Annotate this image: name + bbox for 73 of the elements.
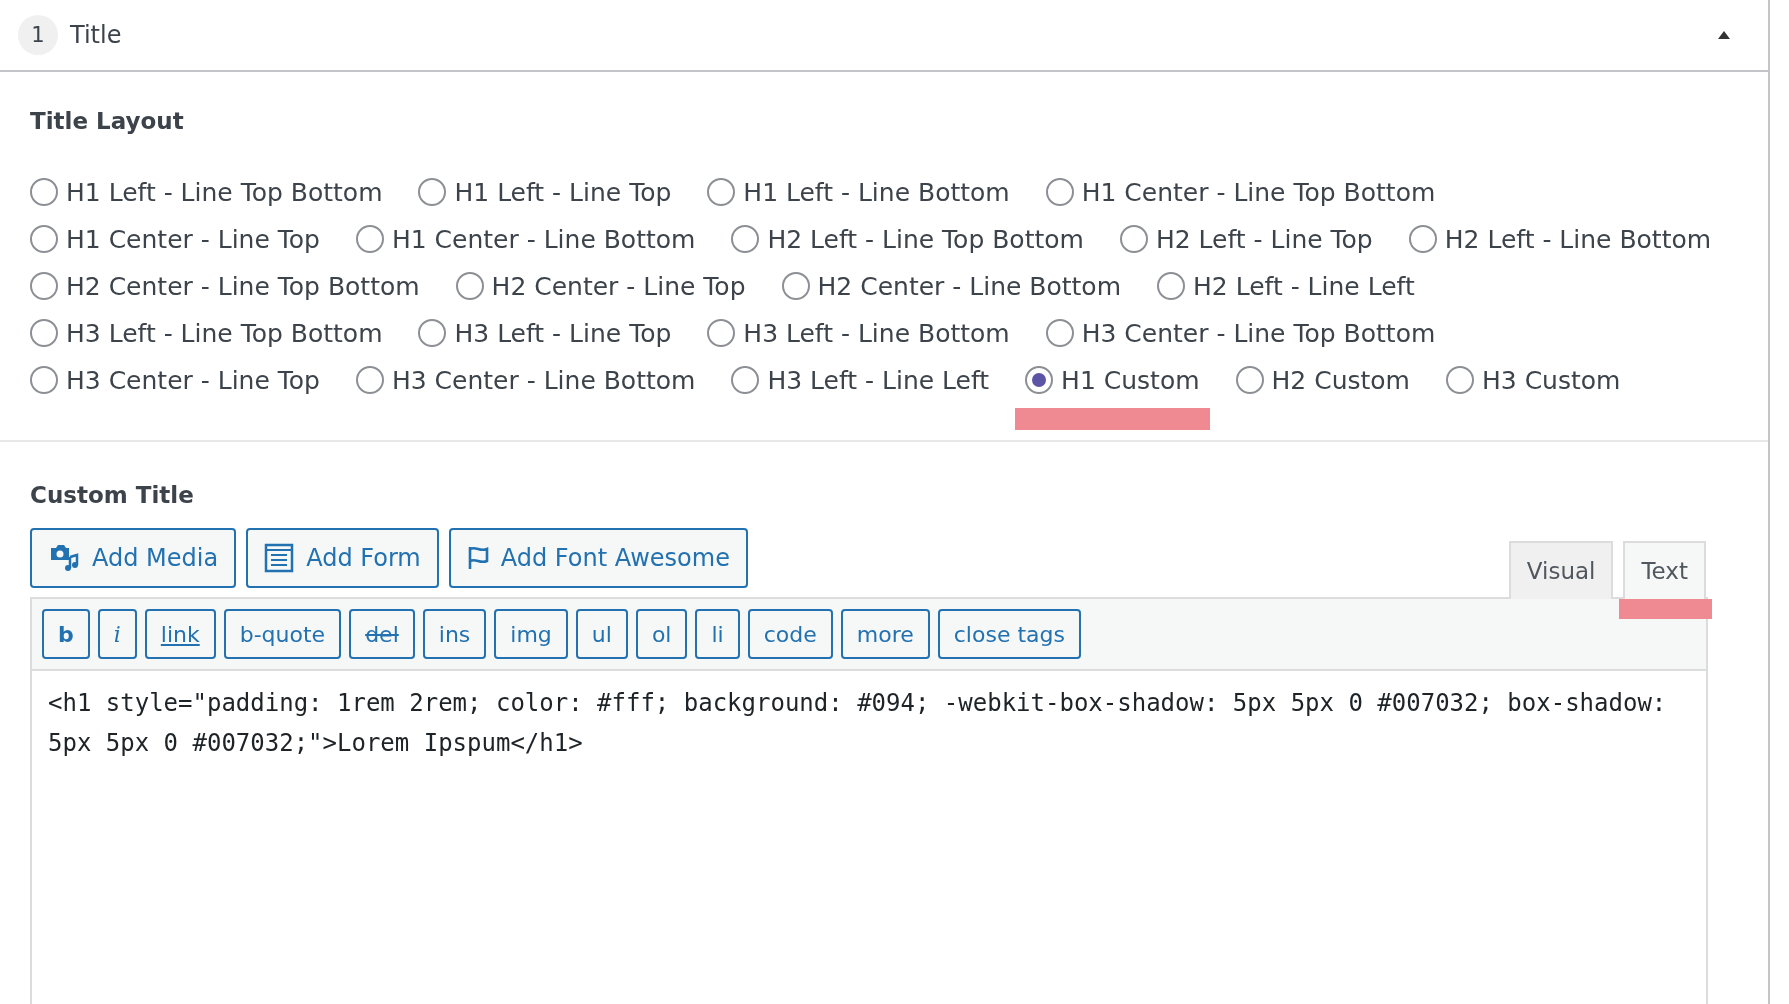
quicktag-button[interactable]: b-quote [223,609,342,659]
layout-radio-option[interactable]: H1 Center - Line Top [30,221,320,257]
media-button[interactable]: Add Media [30,528,237,588]
radio-button[interactable] [1446,366,1474,394]
layout-radio-option[interactable]: H3 Custom [1446,362,1621,398]
radio-button[interactable] [1045,319,1074,347]
layout-radio-option[interactable]: H2 Left - Line Left [1157,268,1415,304]
quicktag-button[interactable]: more [840,609,930,659]
layout-radio-option[interactable]: H2 Left - Line Top Bottom [731,221,1084,257]
radio-button[interactable] [781,272,810,300]
radio-button[interactable] [455,272,484,300]
radio-button[interactable] [707,319,736,347]
radio-button[interactable] [1157,272,1185,300]
radio-button[interactable] [355,366,384,394]
layout-radio-option[interactable]: H1 Custom [1025,362,1200,398]
quicktag-button[interactable]: del [349,609,415,659]
layout-radio-option[interactable]: H2 Center - Line Top Bottom [30,268,420,304]
layout-radio-option[interactable]: H3 Left - Line Left [731,362,990,398]
radio-button[interactable] [30,225,58,253]
layout-radio-option[interactable]: H3 Left - Line Top [418,315,672,351]
radio-button[interactable] [30,319,58,347]
layout-radio-option[interactable]: H2 Center - Line Bottom [781,268,1121,304]
field-label: Custom Title [30,482,195,508]
radio-button[interactable] [1235,366,1264,394]
radio-button[interactable] [418,178,447,206]
radio-button[interactable] [1119,225,1148,253]
quicktag-button[interactable]: li [695,609,740,659]
layout-radio-option[interactable]: H3 Center - Line Top [30,362,320,398]
radio-button[interactable] [707,178,736,206]
layout-radio-option[interactable]: H1 Left - Line Top Bottom [30,174,383,210]
editor-tab[interactable]: Text [1623,541,1706,599]
flag-icon [466,545,489,571]
layout-radio-option[interactable]: H2 Left - Line Bottom [1408,221,1712,257]
quicktag-button[interactable]: ins [422,609,487,659]
editor-tab[interactable]: Visual [1508,541,1614,599]
collapse-icon[interactable] [1718,31,1730,39]
radio-button[interactable] [1408,225,1437,253]
radio-button[interactable] [355,225,384,253]
radio-button[interactable] [1025,366,1054,394]
radio-button[interactable] [1045,178,1074,206]
field-label: Title Layout [30,108,185,134]
camera-music-icon [48,543,80,573]
section-title: Title [70,21,123,49]
layout-radio-option[interactable]: H1 Center - Line Top Bottom [1045,174,1436,210]
radio-button[interactable] [30,178,58,206]
quicktag-button[interactable]: ol [635,609,688,659]
form-icon [264,543,295,573]
quicktag-button[interactable]: ul [575,609,628,659]
radio-button[interactable] [418,319,447,347]
section-number: 1 [18,15,58,55]
quicktag-button[interactable]: i [97,609,137,659]
layout-radio-option[interactable]: H3 Left - Line Top Bottom [30,315,383,351]
layout-radio-option[interactable]: H3 Left - Line Bottom [707,315,1010,351]
radio-button[interactable] [30,272,58,300]
media-button[interactable]: Add Font Awesome [448,528,748,588]
layout-radio-option[interactable]: H1 Left - Line Bottom [707,174,1010,210]
radio-button[interactable] [731,225,760,253]
quicktag-button[interactable]: code [747,609,833,659]
layout-radio-option[interactable]: H3 Center - Line Top Bottom [1045,315,1436,351]
layout-radio-option[interactable]: H1 Center - Line Bottom [355,221,696,257]
quicktag-button[interactable]: close tags [937,609,1081,659]
layout-radio-option[interactable]: H2 Custom [1235,362,1410,398]
radio-button[interactable] [731,366,760,394]
quicktag-button[interactable]: img [494,609,568,659]
radio-button[interactable] [30,366,58,394]
media-button[interactable]: Add Form [246,528,439,588]
code-textarea[interactable]: <h1 style="padding: 1rem 2rem; color: #fff; background: #094; -webkit-box-shadow: 5px 5px 0 #007032; box-shadow: 5px 5px 0 #007032;">Lorem Ipspum</h1> [32,671,1706,775]
layout-radio-option[interactable]: H3 Center - Line Bottom [355,362,696,398]
layout-radio-option[interactable]: H2 Center - Line Top [455,268,746,304]
layout-radio-option[interactable]: H1 Left - Line Top [418,174,672,210]
layout-radio-option[interactable]: H2 Left - Line Top [1119,221,1373,257]
quicktag-button[interactable]: link [144,609,216,659]
quicktag-button[interactable]: b [42,609,90,659]
